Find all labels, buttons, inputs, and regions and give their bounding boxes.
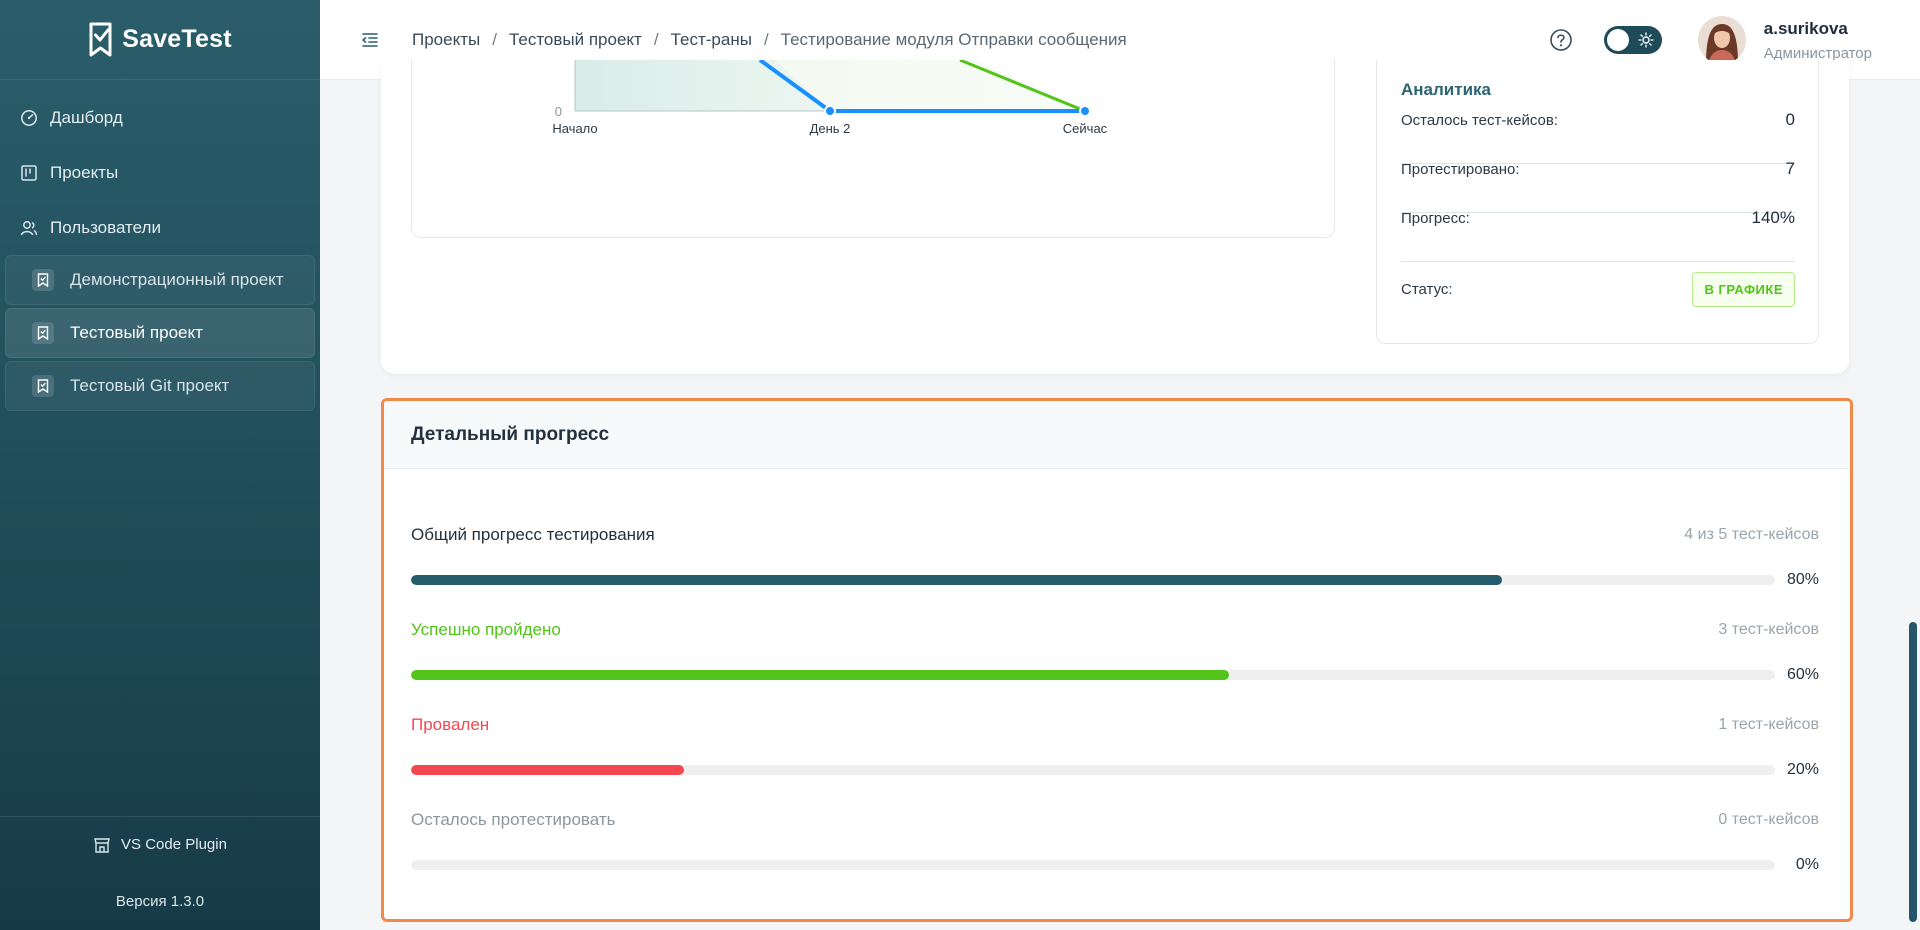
user-avatar[interactable] — [1697, 16, 1746, 64]
brand-logo[interactable]: SaveTest — [0, 0, 320, 80]
analytics-row-status: Статус: В ГРАФИКЕ — [1401, 272, 1795, 307]
analytics-row-remaining: Осталось тест-кейсов: 0 — [1401, 110, 1795, 130]
progress-count: 1 тест-кейсов — [1718, 716, 1819, 733]
analytics-value: 0 — [1785, 110, 1795, 129]
analytics-title: Аналитика — [1401, 80, 1491, 99]
breadcrumb-test-runs[interactable]: Тест-раны — [671, 30, 752, 50]
progress-fill — [411, 765, 684, 775]
analytics-value: 7 — [1785, 159, 1795, 178]
sidebar-project-git[interactable]: Тестовый Git проект — [5, 361, 315, 411]
analytics-label: Протестировано: — [1401, 160, 1520, 178]
app-version: Версия 1.3.0 — [115, 892, 205, 910]
nav-item-users[interactable]: Пользователи — [0, 200, 320, 255]
progress-row-passed: Успешно пройдено 3 тест-кейсов 60% — [411, 620, 1819, 684]
progress-percent: 0% — [1795, 856, 1819, 873]
progress-row-overall: Общий прогресс тестирования 4 из 5 тест-… — [411, 525, 1819, 589]
progress-label: Успешно пройдено — [411, 620, 561, 639]
progress-row-failed: Провален 1 тест-кейсов 20% — [411, 715, 1819, 779]
user-name: a.surikova — [1763, 18, 1848, 38]
nav-label: Проекты — [50, 162, 119, 182]
chart-x-tick-label: День 2 — [810, 121, 851, 136]
vscode-plugin-link[interactable]: VS Code Plugin — [0, 816, 320, 872]
nav-item-projects[interactable]: Проекты — [0, 145, 320, 200]
progress-count: 4 из 5 тест-кейсов — [1684, 526, 1819, 543]
menu-fold-icon — [362, 32, 378, 47]
project-label: Тестовый проект — [70, 323, 203, 342]
user-role: Администратор — [1763, 44, 1872, 62]
users-icon — [20, 220, 38, 235]
analytics-label: Осталось тест-кейсов: — [1401, 111, 1558, 129]
analytics-label: Прогресс: — [1401, 209, 1470, 227]
project-label: Тестовый Git проект — [70, 376, 230, 395]
brand-name: SaveTest — [122, 25, 232, 53]
chart-point — [1079, 105, 1091, 117]
projects-icon — [21, 164, 37, 181]
progress-fill — [411, 670, 1230, 680]
dashboard-icon — [21, 109, 37, 126]
project-icon — [32, 269, 54, 291]
logo-icon — [89, 22, 112, 56]
progress-fill — [411, 575, 1503, 585]
project-icon — [32, 375, 54, 397]
nav-item-dashboard[interactable]: Дашборд — [0, 90, 320, 145]
breadcrumb: Проекты / Тестовый проект / Тест-раны / … — [412, 30, 1127, 50]
progress-percent: 60% — [1786, 666, 1819, 683]
project-label: Демонстрационный проект — [70, 270, 284, 289]
detailed-progress-title: Детальный прогресс — [384, 401, 1850, 469]
progress-percent: 80% — [1786, 571, 1819, 588]
breadcrumb-project[interactable]: Тестовый проект — [509, 30, 642, 50]
burndown-chart: 0 Начало День 2 Сейчас — [552, 60, 1108, 136]
chart-x-tick-label: Начало — [552, 121, 597, 136]
help-icon[interactable] — [1548, 27, 1574, 53]
progress-track — [411, 670, 1775, 680]
progress-label: Осталось протестировать — [411, 810, 616, 829]
analytics-label: Статус: — [1401, 281, 1453, 298]
burndown-chart-card: 0 Начало День 2 Сейчас — [411, 60, 1335, 238]
run-overview-card: 0 Начало День 2 Сейчас Аналитика Осталось т… — [381, 60, 1849, 374]
analytics-row-progress: Прогресс: 140% — [1401, 208, 1795, 228]
analytics-row-tested: Протестировано: 7 — [1401, 159, 1795, 179]
main-nav: Дашборд Проекты Пользователи Демонстраци… — [0, 80, 320, 411]
progress-row-remaining: Осталось протестировать 0 тест-кейсов 0% — [411, 810, 1819, 874]
user-info[interactable]: a.surikova Администратор — [1764, 19, 1872, 62]
project-icon — [32, 322, 54, 344]
nav-label: Пользователи — [50, 217, 161, 237]
collapse-menu-button[interactable] — [358, 28, 382, 52]
analytics-value: 140% — [1751, 208, 1795, 227]
progress-percent: 20% — [1786, 761, 1819, 778]
progress-track — [411, 860, 1775, 870]
breadcrumb-separator: / — [653, 29, 659, 49]
chart-y-tick-label: 0 — [555, 104, 562, 119]
nav-label: Дашборд — [50, 107, 123, 127]
progress-count: 0 тест-кейсов — [1718, 811, 1819, 828]
sidebar-footer: VS Code Plugin Версия 1.3.0 — [0, 816, 320, 930]
store-icon — [94, 837, 110, 853]
sidebar: SaveTest Дашборд Проекты Пользователи Де… — [0, 0, 320, 930]
breadcrumb-separator: / — [763, 29, 769, 49]
divider — [1401, 261, 1795, 262]
progress-label: Провален — [411, 715, 490, 734]
sidebar-project-test[interactable]: Тестовый проект — [5, 308, 315, 358]
detailed-progress-card: Детальный прогресс Общий прогресс тестир… — [381, 398, 1853, 922]
progress-count: 3 тест-кейсов — [1718, 621, 1819, 638]
breadcrumb-current: Тестирование модуля Отправки сообщения — [780, 29, 1127, 49]
toggle-knob — [1606, 29, 1629, 51]
breadcrumb-projects[interactable]: Проекты — [412, 30, 480, 50]
status-badge: В ГРАФИКЕ — [1692, 272, 1795, 307]
chart-x-tick-label: Сейчас — [1063, 121, 1108, 136]
avatar-icon — [1697, 16, 1746, 64]
page-scrollbar-thumb[interactable] — [1909, 622, 1917, 922]
progress-track — [411, 765, 1775, 775]
theme-toggle[interactable] — [1603, 26, 1662, 54]
sidebar-project-demo[interactable]: Демонстрационный проект — [5, 255, 315, 305]
progress-track — [411, 575, 1775, 585]
sun-icon — [1638, 32, 1654, 48]
chart-point — [824, 105, 836, 117]
plugin-label: VS Code Plugin — [121, 836, 227, 853]
progress-label: Общий прогресс тестирования — [411, 525, 655, 544]
breadcrumb-separator: / — [492, 29, 497, 49]
analytics-panel: Аналитика Осталось тест-кейсов: 0 Протес… — [1376, 60, 1819, 344]
